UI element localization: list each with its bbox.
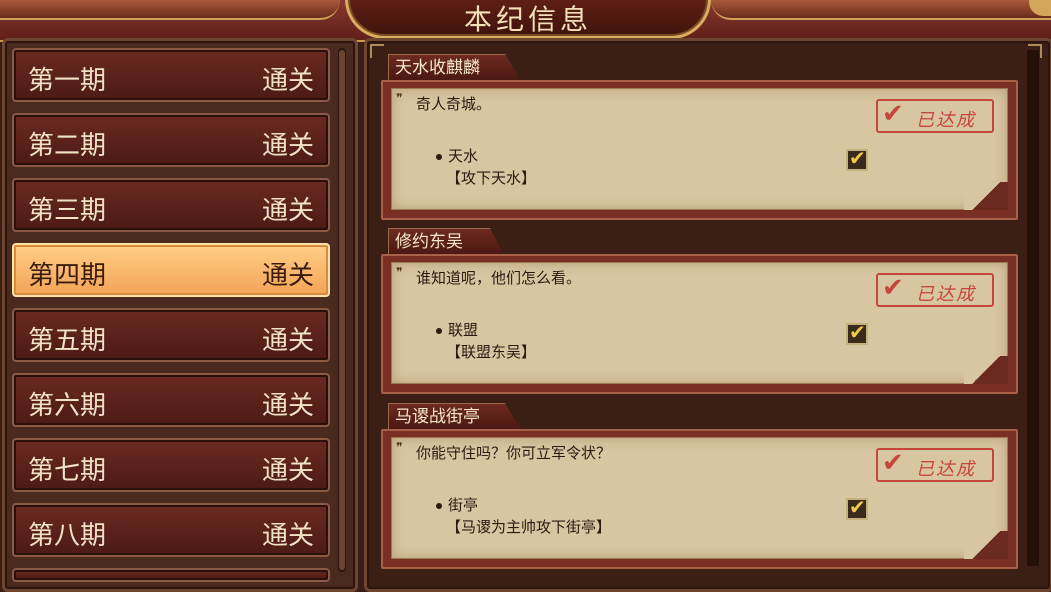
page-title: 本纪信息	[463, 3, 592, 36]
period-name: 第五期	[28, 326, 107, 356]
bullet-icon	[436, 153, 442, 160]
mission-quote: 你能守住吗？你可立军令状？	[416, 444, 612, 462]
checkmark-icon: ✔	[849, 146, 866, 170]
objective-checkbox[interactable]: ✔	[846, 495, 868, 520]
period-item-4[interactable]: 第四期 通关	[12, 243, 330, 297]
period-status: 通关	[261, 326, 314, 356]
mission-scrollbar[interactable]	[1027, 50, 1039, 566]
period-name: 第二期	[28, 131, 107, 161]
objective-name: 天水	[448, 147, 479, 165]
period-item-6[interactable]: 第六期 通关	[12, 373, 330, 427]
stamp-check-icon: ✔	[882, 99, 904, 129]
objective-requirement: 【攻下天水】	[446, 169, 537, 187]
period-item-5[interactable]: 第五期 通关	[12, 308, 330, 362]
mission-title: 马谡战街亭	[388, 403, 521, 430]
period-name: 第三期	[28, 196, 107, 226]
objective-item: 街亭	[436, 494, 478, 515]
mission-card-2: ❞ 谁知道呢，他们怎么看。 ✔ 已达成 联盟 【联盟东吴】 ✔	[381, 254, 1018, 394]
period-name: 第四期	[28, 261, 107, 291]
objective-name: 街亭	[448, 496, 479, 514]
objective-checkbox[interactable]: ✔	[846, 146, 868, 171]
checkmark-icon: ✔	[849, 320, 866, 344]
objective-checkbox[interactable]: ✔	[846, 320, 868, 345]
title-plate: 本纪信息	[345, 0, 711, 39]
period-name: 第七期	[28, 456, 107, 486]
mission-card-1: ❞ 奇人奇城。 ✔ 已达成 天水 【攻下天水】 ✔	[381, 80, 1018, 220]
completed-stamp: ✔ 已达成	[876, 448, 994, 482]
period-status: 通关	[261, 196, 314, 226]
checkmark-icon: ✔	[849, 495, 866, 519]
mission-paper: ❞ 谁知道呢，他们怎么看。 ✔ 已达成 联盟 【联盟东吴】 ✔	[391, 262, 1008, 384]
period-status: 通关	[261, 521, 314, 551]
banner-right-wing	[711, 0, 1051, 20]
mission-quote: 谁知道呢，他们怎么看。	[416, 269, 582, 287]
period-status: 通关	[261, 66, 314, 96]
mission-card-3: ❞ 你能守住吗？你可立军令状？ ✔ 已达成 街亭 【马谡为主帅攻下街亭】 ✔	[381, 429, 1018, 569]
stamp-check-icon: ✔	[882, 273, 904, 303]
quote-mark-icon: ❞	[396, 440, 403, 454]
stamp-text: 已达成	[916, 284, 976, 305]
stamp-text: 已达成	[916, 459, 976, 480]
objective-item: 天水	[436, 145, 478, 166]
period-item-7[interactable]: 第七期 通关	[12, 438, 330, 492]
quote-mark-icon: ❞	[396, 91, 403, 105]
bullet-icon	[436, 502, 442, 509]
mission-title: 天水收麒麟	[388, 54, 521, 81]
bullet-icon	[436, 327, 442, 334]
objective-name: 联盟	[448, 321, 479, 339]
period-item-2[interactable]: 第二期 通关	[12, 113, 330, 167]
banner-left-wing	[0, 0, 340, 20]
stamp-text: 已达成	[916, 110, 976, 131]
period-status: 通关	[261, 131, 314, 161]
stamp-check-icon: ✔	[882, 448, 904, 478]
period-name: 第八期	[28, 521, 107, 551]
objective-item: 联盟	[436, 319, 478, 340]
corner-ornament-icon	[1028, 44, 1042, 58]
corner-ornament-icon	[370, 44, 384, 58]
period-item-9-partial[interactable]	[12, 568, 330, 582]
period-status: 通关	[261, 391, 314, 421]
scrollbar-thumb[interactable]	[339, 50, 345, 570]
objective-requirement: 【马谡为主帅攻下街亭】	[446, 518, 612, 536]
mission-quote: 奇人奇城。	[416, 95, 492, 113]
period-name: 第一期	[28, 66, 107, 96]
period-status: 通关	[261, 261, 314, 291]
period-item-8[interactable]: 第八期 通关	[12, 503, 330, 557]
period-list-scrollbar[interactable]	[338, 48, 346, 572]
period-status: 通关	[261, 456, 314, 486]
period-name: 第六期	[28, 391, 107, 421]
completed-stamp: ✔ 已达成	[876, 99, 994, 133]
period-item-1[interactable]: 第一期 通关	[12, 48, 330, 102]
mission-title: 修约东吴	[388, 228, 504, 255]
mission-paper: ❞ 你能守住吗？你可立军令状？ ✔ 已达成 街亭 【马谡为主帅攻下街亭】 ✔	[391, 437, 1008, 559]
mission-paper: ❞ 奇人奇城。 ✔ 已达成 天水 【攻下天水】 ✔	[391, 88, 1008, 210]
completed-stamp: ✔ 已达成	[876, 273, 994, 307]
period-item-3[interactable]: 第三期 通关	[12, 178, 330, 232]
quote-mark-icon: ❞	[396, 265, 403, 279]
objective-requirement: 【联盟东吴】	[446, 343, 537, 361]
